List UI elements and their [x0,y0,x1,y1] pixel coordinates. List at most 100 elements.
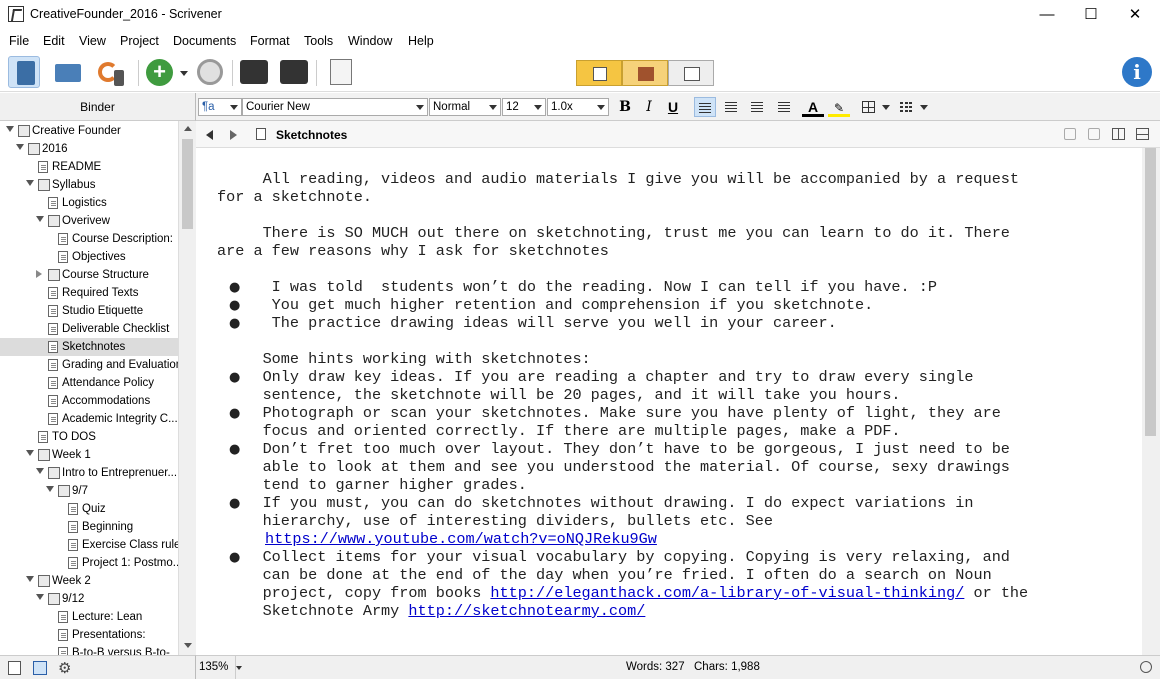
disclosure-open-icon[interactable] [26,576,34,582]
highlight-button[interactable]: ✎ [828,97,850,117]
binder-item[interactable]: Week 2 [0,572,178,590]
binder-item[interactable]: Required Texts [0,284,178,302]
binder-item[interactable]: Overivew [0,212,178,230]
keywords-button[interactable] [238,56,270,88]
delete-button[interactable] [194,56,226,88]
binder-item[interactable]: Attendance Policy [0,374,178,392]
menu-edit[interactable]: Edit [43,34,65,48]
link-sketchnotearmy[interactable]: http://sketchnotearmy.com/ [408,602,645,620]
add-dropdown-arrow-icon[interactable] [180,71,188,76]
binder-item[interactable]: Grading and Evaluation [0,356,178,374]
binder-toggle-button[interactable] [8,56,40,88]
menu-project[interactable]: Project [120,34,159,48]
menu-view[interactable]: View [79,34,106,48]
binder-item[interactable]: Course Description: [0,230,178,248]
menu-file[interactable]: File [9,34,29,48]
menu-tools[interactable]: Tools [304,34,333,48]
link-eleganthack[interactable]: http://eleganthack.com/a-library-of-visu… [490,584,964,602]
binder-item[interactable]: Syllabus [0,176,178,194]
add-folder-icon[interactable] [33,661,47,675]
add-document-button[interactable]: + [144,56,176,88]
align-justify-button[interactable] [746,97,768,117]
settings-gear-icon[interactable]: ⚙ [58,659,71,677]
disclosure-open-icon[interactable] [36,468,44,474]
split-vertical-icon[interactable] [1112,128,1125,140]
binder-scroll-thumb[interactable] [182,139,193,229]
align-left-button[interactable] [694,97,716,117]
disclosure-open-icon[interactable] [26,180,34,186]
menu-help[interactable]: Help [408,34,434,48]
navigate-back-icon[interactable] [206,130,213,140]
collections-button[interactable] [52,56,84,88]
disclosure-open-icon[interactable] [16,144,24,150]
binder-item[interactable]: Objectives [0,248,178,266]
binder-item[interactable]: B-to-B versus B-to- [0,644,178,655]
corkboard-view-button[interactable] [622,60,668,86]
sync-button[interactable] [96,56,128,88]
binder-item[interactable]: Intro to Entreprenuer... [0,464,178,482]
binder-item[interactable]: 9/7 [0,482,178,500]
typeface-select[interactable]: Normal [429,98,501,116]
editor-scrollbar[interactable] [1142,148,1160,655]
editor-scroll-thumb[interactable] [1145,148,1156,436]
disclosure-closed-icon[interactable] [36,270,42,278]
minimize-button[interactable]: — [1024,0,1070,30]
binder-item[interactable]: Lecture: Lean [0,608,178,626]
disclosure-open-icon[interactable] [36,216,44,222]
scroll-up-icon[interactable] [184,126,192,131]
close-button[interactable]: ✕ [1112,0,1158,30]
disclosure-open-icon[interactable] [6,126,14,132]
binder-scrollbar[interactable] [178,121,196,655]
binder-item[interactable]: Project 1: Postmo... [0,554,178,572]
font-family-select[interactable]: Courier New [242,98,428,116]
font-size-select[interactable]: 12 [502,98,546,116]
list-dropdown-arrow-icon[interactable] [920,105,928,110]
line-spacing-select[interactable]: 1.0x [547,98,609,116]
binder-item[interactable]: Presentations: [0,626,178,644]
disclosure-open-icon[interactable] [26,450,34,456]
link-youtube[interactable]: https://www.youtube.com/watch?v=oNQJReku… [265,530,657,548]
binder-item[interactable]: Quiz [0,500,178,518]
table-button[interactable] [858,97,880,117]
maximize-button[interactable]: ☐ [1068,0,1114,30]
table-dropdown-arrow-icon[interactable] [882,105,890,110]
next-document-icon[interactable] [1088,128,1100,140]
binder-item[interactable]: Studio Etiquette [0,302,178,320]
binder-item[interactable]: 9/12 [0,590,178,608]
document-title[interactable]: Sketchnotes [276,128,347,142]
binder-item[interactable]: Week 1 [0,446,178,464]
binder-item[interactable]: TO DOS [0,428,178,446]
scrivenings-view-button[interactable] [576,60,622,86]
target-icon[interactable] [1140,661,1152,673]
underline-button[interactable]: U [662,97,684,117]
binder-item[interactable]: Logistics [0,194,178,212]
binder-item[interactable]: Sketchnotes [0,338,178,356]
navigate-forward-icon[interactable] [230,130,237,140]
disclosure-open-icon[interactable] [46,486,54,492]
italic-button[interactable]: I [638,97,660,117]
binder-item[interactable]: Academic Integrity C... [0,410,178,428]
zoom-dropdown-arrow-icon[interactable] [236,666,242,670]
align-center-button[interactable] [720,97,742,117]
bold-button[interactable]: B [614,97,636,117]
binder-item[interactable]: Accommodations [0,392,178,410]
add-item-icon[interactable] [8,661,21,675]
menu-window[interactable]: Window [348,34,392,48]
previous-document-icon[interactable] [1064,128,1076,140]
zoom-select[interactable]: 135% [196,656,236,679]
disclosure-open-icon[interactable] [36,594,44,600]
scroll-down-icon[interactable] [184,643,192,648]
binder-item[interactable]: Creative Founder [0,122,178,140]
compile-button[interactable] [322,56,354,88]
paragraph-style-select[interactable]: ¶a [198,98,242,116]
split-horizontal-icon[interactable] [1136,128,1149,140]
menu-documents[interactable]: Documents [173,34,236,48]
info-inspector-button[interactable]: i [1122,57,1152,87]
text-editor[interactable]: All reading, videos and audio materials … [196,148,1142,655]
menu-format[interactable]: Format [250,34,290,48]
list-button[interactable] [896,97,918,117]
align-right-button[interactable] [772,97,794,117]
compose-mode-button[interactable] [278,56,310,88]
binder-item[interactable]: 2016 [0,140,178,158]
binder-item[interactable]: Course Structure [0,266,178,284]
